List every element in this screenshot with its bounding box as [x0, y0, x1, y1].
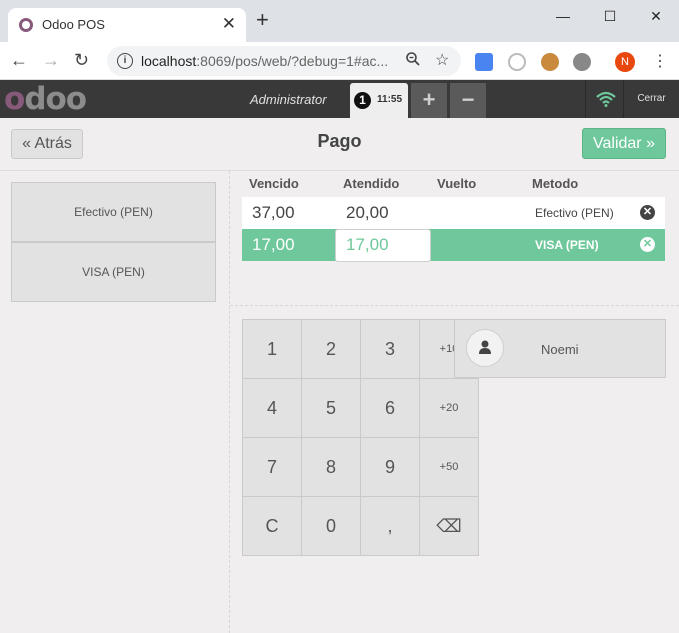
numpad: 1 2 3 +10 4 5 6 +20 7 8 9 +50 C 0 , ⌫	[242, 319, 480, 557]
col-header-change: Vuelto	[437, 176, 477, 191]
ext-icon-3[interactable]	[573, 53, 591, 71]
forward-nav-icon[interactable]: →	[42, 50, 60, 70]
line-method: VISA (PEN)	[535, 238, 599, 252]
numpad-key-5[interactable]: 5	[301, 378, 361, 438]
numpad-key-comma[interactable]: ,	[360, 496, 420, 556]
divider	[0, 170, 679, 171]
payment-line-selected[interactable]: 17,00 17,00 VISA (PEN) ✕	[242, 229, 665, 262]
translate-extension-icon[interactable]	[475, 53, 493, 71]
browser-tabstrip: Odoo POS ✕ + — ☐ ✕	[0, 0, 679, 42]
add-order-button[interactable]: +	[411, 83, 447, 118]
info-icon[interactable]: i	[117, 53, 133, 69]
minimize-button[interactable]: —	[548, 4, 578, 28]
col-header-method: Metodo	[532, 176, 579, 191]
payment-line[interactable]: 37,00 20,00 Efectivo (PEN) ✕	[242, 197, 665, 229]
star-icon[interactable]: ☆	[435, 50, 449, 70]
numpad-key-backspace[interactable]: ⌫	[419, 496, 479, 556]
close-pos-button[interactable]: Cerrar	[624, 80, 679, 118]
line-due: 17,00	[252, 235, 295, 254]
col-header-tendered: Atendido	[343, 176, 400, 191]
reload-icon[interactable]: ↻	[74, 50, 89, 70]
validate-button[interactable]: Validar »	[582, 128, 666, 159]
pos-header: odoo Administrator 1 11:55 + − Cerrar	[0, 80, 679, 118]
header-divider	[585, 80, 586, 118]
numpad-key-clear[interactable]: C	[242, 496, 302, 556]
numpad-key-2[interactable]: 2	[301, 319, 361, 379]
cookie-extension-icon[interactable]	[541, 53, 559, 71]
profile-avatar[interactable]: N	[615, 52, 635, 72]
col-header-due: Vencido	[249, 176, 299, 191]
numpad-key-1[interactable]: 1	[242, 319, 302, 379]
numpad-key-9[interactable]: 9	[360, 437, 420, 497]
window-close-button[interactable]: ✕	[641, 4, 671, 28]
customer-name: Noemi	[541, 342, 579, 357]
payment-method-cash[interactable]: Efectivo (PEN)	[11, 182, 216, 242]
divider	[230, 305, 679, 306]
delete-line-icon[interactable]: ✕	[640, 237, 655, 252]
numpad-key-7[interactable]: 7	[242, 437, 302, 497]
tendered-input[interactable]: 17,00	[335, 229, 431, 262]
numpad-key-plus50[interactable]: +50	[419, 437, 479, 497]
page-title: Pago	[317, 131, 362, 151]
new-tab-button[interactable]: +	[256, 9, 269, 31]
line-tendered[interactable]: 20,00	[346, 203, 389, 223]
tab-close-icon[interactable]: ✕	[222, 14, 236, 34]
numpad-key-6[interactable]: 6	[360, 378, 420, 438]
person-icon	[466, 329, 504, 367]
line-due: 37,00	[252, 203, 295, 222]
remove-order-button[interactable]: −	[450, 83, 486, 118]
customer-button[interactable]: Noemi	[454, 319, 666, 378]
divider	[229, 171, 230, 633]
delete-line-icon[interactable]: ✕	[640, 205, 655, 220]
odoo-favicon-icon	[19, 18, 33, 32]
browser-toolbar: ← → ↻ i localhost:8069/pos/web/?debug=1#…	[0, 42, 679, 80]
numpad-key-4[interactable]: 4	[242, 378, 302, 438]
odoo-logo: odoo	[4, 81, 87, 117]
numpad-key-0[interactable]: 0	[301, 496, 361, 556]
numpad-key-plus20[interactable]: +20	[419, 378, 479, 438]
url-text[interactable]: localhost:8069/pos/web/?debug=1#ac...	[141, 53, 388, 69]
ext-icon[interactable]	[508, 53, 526, 71]
order-tab[interactable]: 1 11:55	[350, 83, 408, 118]
maximize-button[interactable]: ☐	[595, 4, 625, 28]
tab-title: Odoo POS	[42, 17, 105, 32]
numpad-key-3[interactable]: 3	[360, 319, 420, 379]
numpad-key-8[interactable]: 8	[301, 437, 361, 497]
wifi-icon	[596, 91, 616, 112]
line-method: Efectivo (PEN)	[535, 206, 614, 220]
address-bar[interactable]: i localhost:8069/pos/web/?debug=1#ac... …	[107, 46, 461, 76]
zoom-icon[interactable]	[405, 51, 421, 71]
payment-method-visa[interactable]: VISA (PEN)	[11, 242, 216, 302]
user-name[interactable]: Administrator	[250, 92, 327, 107]
browser-tab[interactable]: Odoo POS ✕	[8, 8, 246, 42]
order-time: 11:55	[377, 94, 403, 105]
kebab-menu-icon[interactable]: ⋮	[652, 51, 668, 71]
back-nav-icon[interactable]: ←	[10, 50, 28, 70]
order-number-badge: 1	[354, 92, 371, 109]
